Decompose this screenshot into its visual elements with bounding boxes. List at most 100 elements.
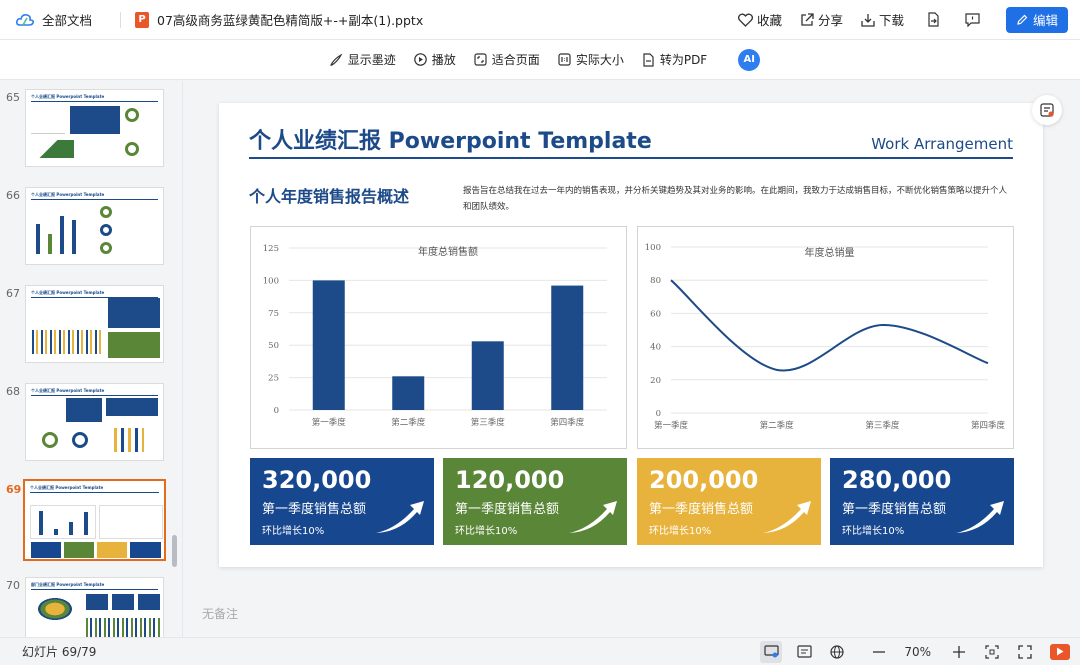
thumbnail-title: 个人业绩汇报 Powerpoint Template bbox=[30, 485, 104, 490]
thumbnail-rule bbox=[31, 589, 158, 590]
slide-counter: 幻灯片 69/79 bbox=[22, 645, 97, 659]
fit-page-icon bbox=[474, 53, 487, 66]
actual-size-button[interactable]: 实际大小 bbox=[558, 51, 624, 68]
growth-arrow-icon bbox=[956, 501, 1004, 533]
card-growth: 环比增长10% bbox=[455, 526, 518, 537]
play-icon bbox=[1057, 647, 1064, 656]
normal-view-icon[interactable] bbox=[760, 640, 783, 663]
sales-card: 120,000 第一季度销售总额 环比增长10% bbox=[443, 458, 627, 545]
fit-window-icon[interactable] bbox=[981, 641, 1003, 663]
thumbnail-bar bbox=[69, 522, 73, 535]
slide-thumbnail[interactable]: 个人业绩汇报 Powerpoint Template bbox=[25, 187, 164, 265]
slide-notes-button[interactable] bbox=[1032, 95, 1062, 125]
all-files-link[interactable]: 全部文档 bbox=[42, 10, 92, 29]
favorite-button[interactable]: 收藏 bbox=[737, 10, 782, 29]
title-underline bbox=[249, 157, 1013, 159]
notes-icon bbox=[1040, 103, 1054, 117]
thumbnail-blue-block bbox=[112, 594, 134, 610]
slide-thumbnail-panel: 65 个人业绩汇报 Powerpoint Template 66 个人业绩汇报 … bbox=[0, 81, 183, 637]
slide-thumbnail[interactable]: 个人业绩汇报 Powerpoint Template bbox=[25, 89, 164, 167]
line-chart-frame: 0 20 40 60 80 100 年度总销量 第一季度 第二季度 第三季度 第四季度 bbox=[637, 226, 1014, 449]
chart-title: 年度总销量 bbox=[805, 246, 855, 259]
thumbnail-title: 个人业绩汇报 Powerpoint Template bbox=[31, 388, 105, 393]
thumbnail-pie bbox=[38, 598, 72, 620]
slide-thumbnail-active[interactable]: 个人业绩汇报 Powerpoint Template bbox=[23, 479, 166, 561]
thumbnail-blue-block bbox=[66, 398, 102, 422]
convert-pdf-button[interactable]: 转为PDF bbox=[642, 51, 707, 68]
thumbnail-rule bbox=[31, 101, 158, 102]
x-tick-label: 第四季度 bbox=[971, 420, 1006, 431]
slide-canvas: 个人业绩汇报 Powerpoint Template Work Arrangem… bbox=[184, 81, 1080, 637]
show-ink-button[interactable]: 显示墨迹 bbox=[329, 51, 396, 68]
slide-thumbnail[interactable]: 部门业绩汇报 Powerpoint Template bbox=[25, 577, 164, 637]
thumbnail-card bbox=[64, 542, 94, 558]
slide-thumbnail[interactable]: 个人业绩汇报 Powerpoint Template bbox=[25, 383, 164, 461]
heart-icon bbox=[737, 13, 753, 27]
speaker-notes[interactable]: 无备注 bbox=[202, 605, 238, 622]
card-value: 320,000 bbox=[262, 466, 372, 494]
bar bbox=[471, 341, 504, 410]
zoom-out-icon[interactable] bbox=[868, 641, 890, 663]
thumbnail-rule bbox=[31, 199, 158, 200]
card-growth: 环比增长10% bbox=[262, 526, 325, 537]
growth-arrow-icon bbox=[763, 501, 811, 533]
thumbnail-ring bbox=[125, 108, 139, 122]
pptx-file-icon: P bbox=[135, 11, 150, 28]
thumbnail-title: 部门业绩汇报 Powerpoint Template bbox=[31, 582, 105, 587]
fullscreen-icon[interactable] bbox=[1014, 641, 1036, 663]
favorite-label: 收藏 bbox=[756, 13, 782, 28]
notes-view-icon[interactable] bbox=[793, 641, 815, 663]
sales-card: 320,000 第一季度销售总额 环比增长10% bbox=[250, 458, 434, 545]
edit-button[interactable]: 编辑 bbox=[1005, 6, 1068, 33]
file-name: 07高级商务蓝绿黄配色精简版+-+副本(1).pptx bbox=[157, 13, 424, 28]
share-button[interactable]: 分享 bbox=[800, 10, 843, 29]
view-toolbar: 显示墨迹 播放 适合页面 实际大小 转为PDF AI bbox=[0, 40, 1080, 80]
fit-page-button[interactable]: 适合页面 bbox=[474, 51, 540, 68]
play-button[interactable]: 播放 bbox=[413, 51, 456, 68]
thumbnail-rule bbox=[30, 492, 159, 493]
thumbnail-green-block bbox=[108, 332, 160, 358]
edit-label: 编辑 bbox=[1032, 13, 1058, 28]
thumbnail-scrollbar[interactable] bbox=[172, 535, 177, 567]
sales-card: 280,000 第一季度销售总额 环比增长10% bbox=[830, 458, 1014, 545]
bar bbox=[392, 376, 425, 410]
zoom-level[interactable]: 70% bbox=[904, 645, 931, 659]
bar bbox=[551, 285, 584, 410]
thumbnail-number: 69 bbox=[6, 483, 22, 496]
thumbnail-number: 65 bbox=[6, 91, 20, 104]
thumbnail-blue-block bbox=[106, 398, 158, 416]
ai-assistant-button[interactable]: AI bbox=[738, 48, 761, 71]
download-icon bbox=[861, 13, 875, 27]
x-tick-label: 第二季度 bbox=[760, 420, 795, 431]
y-tick-label: 80 bbox=[650, 276, 661, 286]
convert-pdf-label: 转为PDF bbox=[659, 53, 708, 67]
globe-icon[interactable] bbox=[826, 641, 848, 663]
thumbnail-ring bbox=[72, 432, 88, 448]
thumbnail-ring bbox=[100, 224, 112, 236]
comment-icon[interactable] bbox=[962, 9, 984, 31]
thumbnail-title: 个人业绩汇报 Powerpoint Template bbox=[31, 192, 105, 197]
bar bbox=[312, 280, 345, 410]
show-ink-label: 显示墨迹 bbox=[347, 53, 396, 67]
sales-card: 200,000 第一季度销售总额 环比增长10% bbox=[637, 458, 821, 545]
y-tick-label: 100 bbox=[263, 276, 279, 286]
y-tick-label: 0 bbox=[656, 409, 661, 419]
slide-subtitle: Work Arrangement bbox=[871, 135, 1013, 153]
actual-size-label: 实际大小 bbox=[575, 53, 624, 67]
x-tick-label: 第一季度 bbox=[654, 420, 689, 431]
card-value: 120,000 bbox=[455, 466, 565, 494]
slideshow-play-button[interactable] bbox=[1050, 643, 1070, 660]
section-description: 报告旨在总结我在过去一年内的销售表现，并分析关键趋势及其对业务的影响。在此期间，… bbox=[463, 186, 1008, 212]
x-tick-label: 第二季度 bbox=[391, 417, 426, 428]
pdf-icon bbox=[643, 52, 654, 67]
export-icon[interactable] bbox=[922, 9, 944, 31]
x-tick-label: 第一季度 bbox=[312, 417, 347, 428]
slide-thumbnail[interactable]: 个人业绩汇报 Powerpoint Template bbox=[25, 285, 164, 363]
zoom-in-icon[interactable] bbox=[948, 641, 970, 663]
thumbnail-bar-group bbox=[86, 618, 160, 637]
y-tick-label: 50 bbox=[268, 341, 279, 351]
thumbnail-bar bbox=[72, 220, 76, 254]
y-tick-label: 75 bbox=[268, 309, 279, 319]
download-button[interactable]: 下载 bbox=[861, 10, 904, 29]
chart-title: 年度总销售额 bbox=[418, 245, 478, 258]
